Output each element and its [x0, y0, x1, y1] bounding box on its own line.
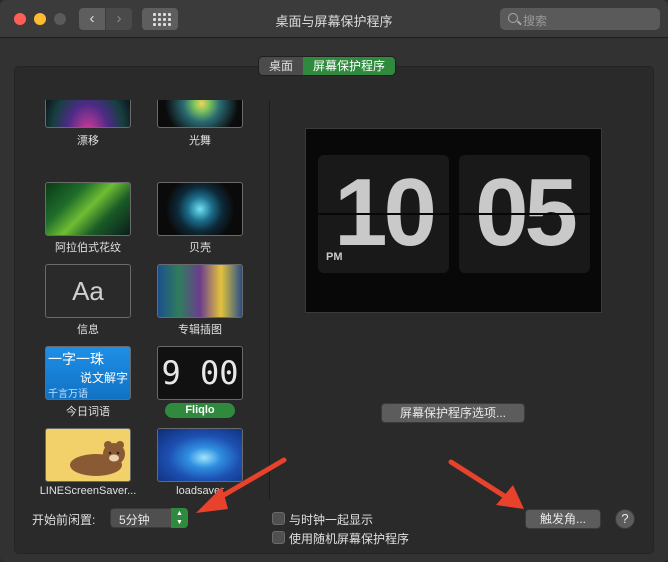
saver-label: 信息: [77, 324, 99, 336]
saver-item-arabesque[interactable]: 阿拉伯式花纹: [38, 182, 138, 262]
tab-desktop[interactable]: 桌面: [259, 57, 304, 75]
saver-item-message[interactable]: Aa 信息: [38, 264, 138, 344]
thumb-line: 千言万语: [48, 389, 88, 400]
search-placeholder: 搜索: [523, 14, 548, 28]
saver-item-word-of-day[interactable]: 一字一珠 说文解字 千言万语 今日词语: [38, 346, 138, 426]
search-field[interactable]: 搜索: [500, 8, 660, 30]
help-button[interactable]: ?: [615, 509, 635, 529]
saver-item-loadsaver[interactable]: loadsaver: [150, 428, 250, 500]
saver-item-line[interactable]: LINEScreenSaver...: [38, 428, 138, 500]
screensaver-list[interactable]: 漂移 光舞 阿拉伯式花纹 贝壳 Aa 信息 专辑插图 一字一珠 说文解字 千言万…: [30, 100, 268, 500]
title-bar: ‹ › 桌面与屏幕保护程序 搜索: [0, 0, 668, 38]
saver-label: 专辑插图: [178, 324, 222, 336]
word-of-day-thumbnail: 一字一珠 说文解字 千言万语: [45, 346, 131, 400]
thumb-line: 一字一珠: [48, 351, 104, 367]
random-saver-label: 使用随机屏幕保护程序: [289, 532, 410, 546]
random-saver-checkbox[interactable]: [272, 531, 285, 544]
loadsaver-thumbnail: [157, 428, 243, 482]
saver-label: 漂移: [77, 135, 99, 147]
album-artwork-thumbnail: [157, 264, 243, 318]
saver-label: LINEScreenSaver...: [39, 485, 137, 497]
saver-item-shell[interactable]: 贝壳: [150, 182, 250, 262]
minute-card: 05: [459, 155, 590, 273]
screensaver-preview: 10 PM 05: [305, 128, 602, 313]
hot-corners-button[interactable]: 触发角...: [525, 509, 601, 529]
drift-thumbnail: [45, 100, 131, 128]
saver-item-flurry[interactable]: 光舞: [150, 100, 250, 154]
message-thumbnail: Aa: [45, 264, 131, 318]
idle-time-value: 5分钟: [119, 513, 150, 527]
saver-label: 光舞: [189, 135, 211, 147]
tab-screensaver[interactable]: 屏幕保护程序: [303, 57, 396, 75]
tab-bar: 桌面 屏幕保护程序: [258, 56, 397, 76]
saver-label: loadsaver: [176, 485, 224, 497]
saver-label: 贝壳: [189, 242, 211, 254]
saver-label-selected: Fliqlo: [165, 403, 235, 418]
saver-label: 今日词语: [66, 406, 110, 418]
flip-divider: [459, 213, 590, 215]
screensaver-options-button[interactable]: 屏幕保护程序选项...: [381, 403, 525, 423]
divider: [269, 100, 270, 500]
flurry-thumbnail: [157, 100, 243, 128]
shell-thumbnail: [157, 182, 243, 236]
bear-icon: [70, 441, 125, 476]
saver-item-album[interactable]: 专辑插图: [150, 264, 250, 344]
show-clock-label: 与时钟一起显示: [289, 513, 374, 527]
search-icon: [508, 13, 518, 23]
stepper-arrows-icon: ▲ ▼: [171, 508, 188, 528]
idle-time-label: 开始前闲置:: [32, 513, 96, 527]
idle-time-select[interactable]: 5分钟 ▲ ▼: [110, 508, 188, 528]
preferences-window: ‹ › 桌面与屏幕保护程序 搜索 桌面 屏幕保护程序 漂移 光舞 阿拉伯式花纹 …: [0, 0, 668, 562]
saver-item-fliqlo[interactable]: 9 00 Fliqlo: [150, 346, 250, 426]
saver-label: 阿拉伯式花纹: [55, 242, 121, 254]
flip-divider: [318, 213, 449, 215]
show-clock-checkbox[interactable]: [272, 512, 285, 525]
saver-item-drift[interactable]: 漂移: [38, 100, 138, 154]
thumb-line: 说文解字: [79, 371, 128, 385]
fliqlo-thumbnail: 9 00: [157, 346, 243, 400]
ampm-label: PM: [326, 251, 343, 263]
line-thumbnail: [45, 428, 131, 482]
hour-card: 10 PM: [318, 155, 449, 273]
arabesque-thumbnail: [45, 182, 131, 236]
